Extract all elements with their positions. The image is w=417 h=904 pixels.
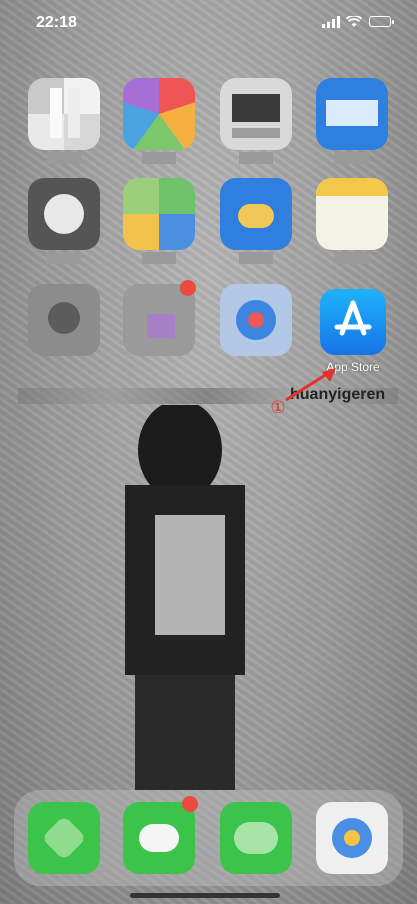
wallpaper-figure [125,405,245,790]
wifi-icon [345,14,363,33]
wechat-app-icon[interactable] [220,802,292,874]
battery-icon [369,16,394,27]
blurred-app-icon[interactable] [28,284,100,356]
browser-app-icon[interactable] [316,802,388,874]
blurred-app-icon[interactable] [123,178,195,250]
blurred-app-icon[interactable] [28,178,100,250]
notification-badge [180,280,196,296]
notification-badge [182,796,198,812]
home-indicator[interactable] [130,893,280,898]
blurred-app-icon[interactable] [220,78,292,150]
messages-app-icon[interactable] [123,802,195,874]
blurred-app-icon[interactable] [316,78,388,150]
app-store-icon[interactable] [320,289,386,355]
status-time: 22:18 [36,14,77,31]
blurred-app-icon[interactable] [220,178,292,250]
blurred-app-icon[interactable] [220,284,292,356]
blurred-app-icon[interactable] [123,78,195,150]
blurred-app-icon[interactable] [28,78,100,150]
cellular-signal-icon [322,16,340,28]
phone-app-icon[interactable] [28,802,100,874]
status-bar: 22:18 [0,0,417,48]
annotation-arrow [285,368,336,402]
blurred-app-icon[interactable] [316,178,388,250]
